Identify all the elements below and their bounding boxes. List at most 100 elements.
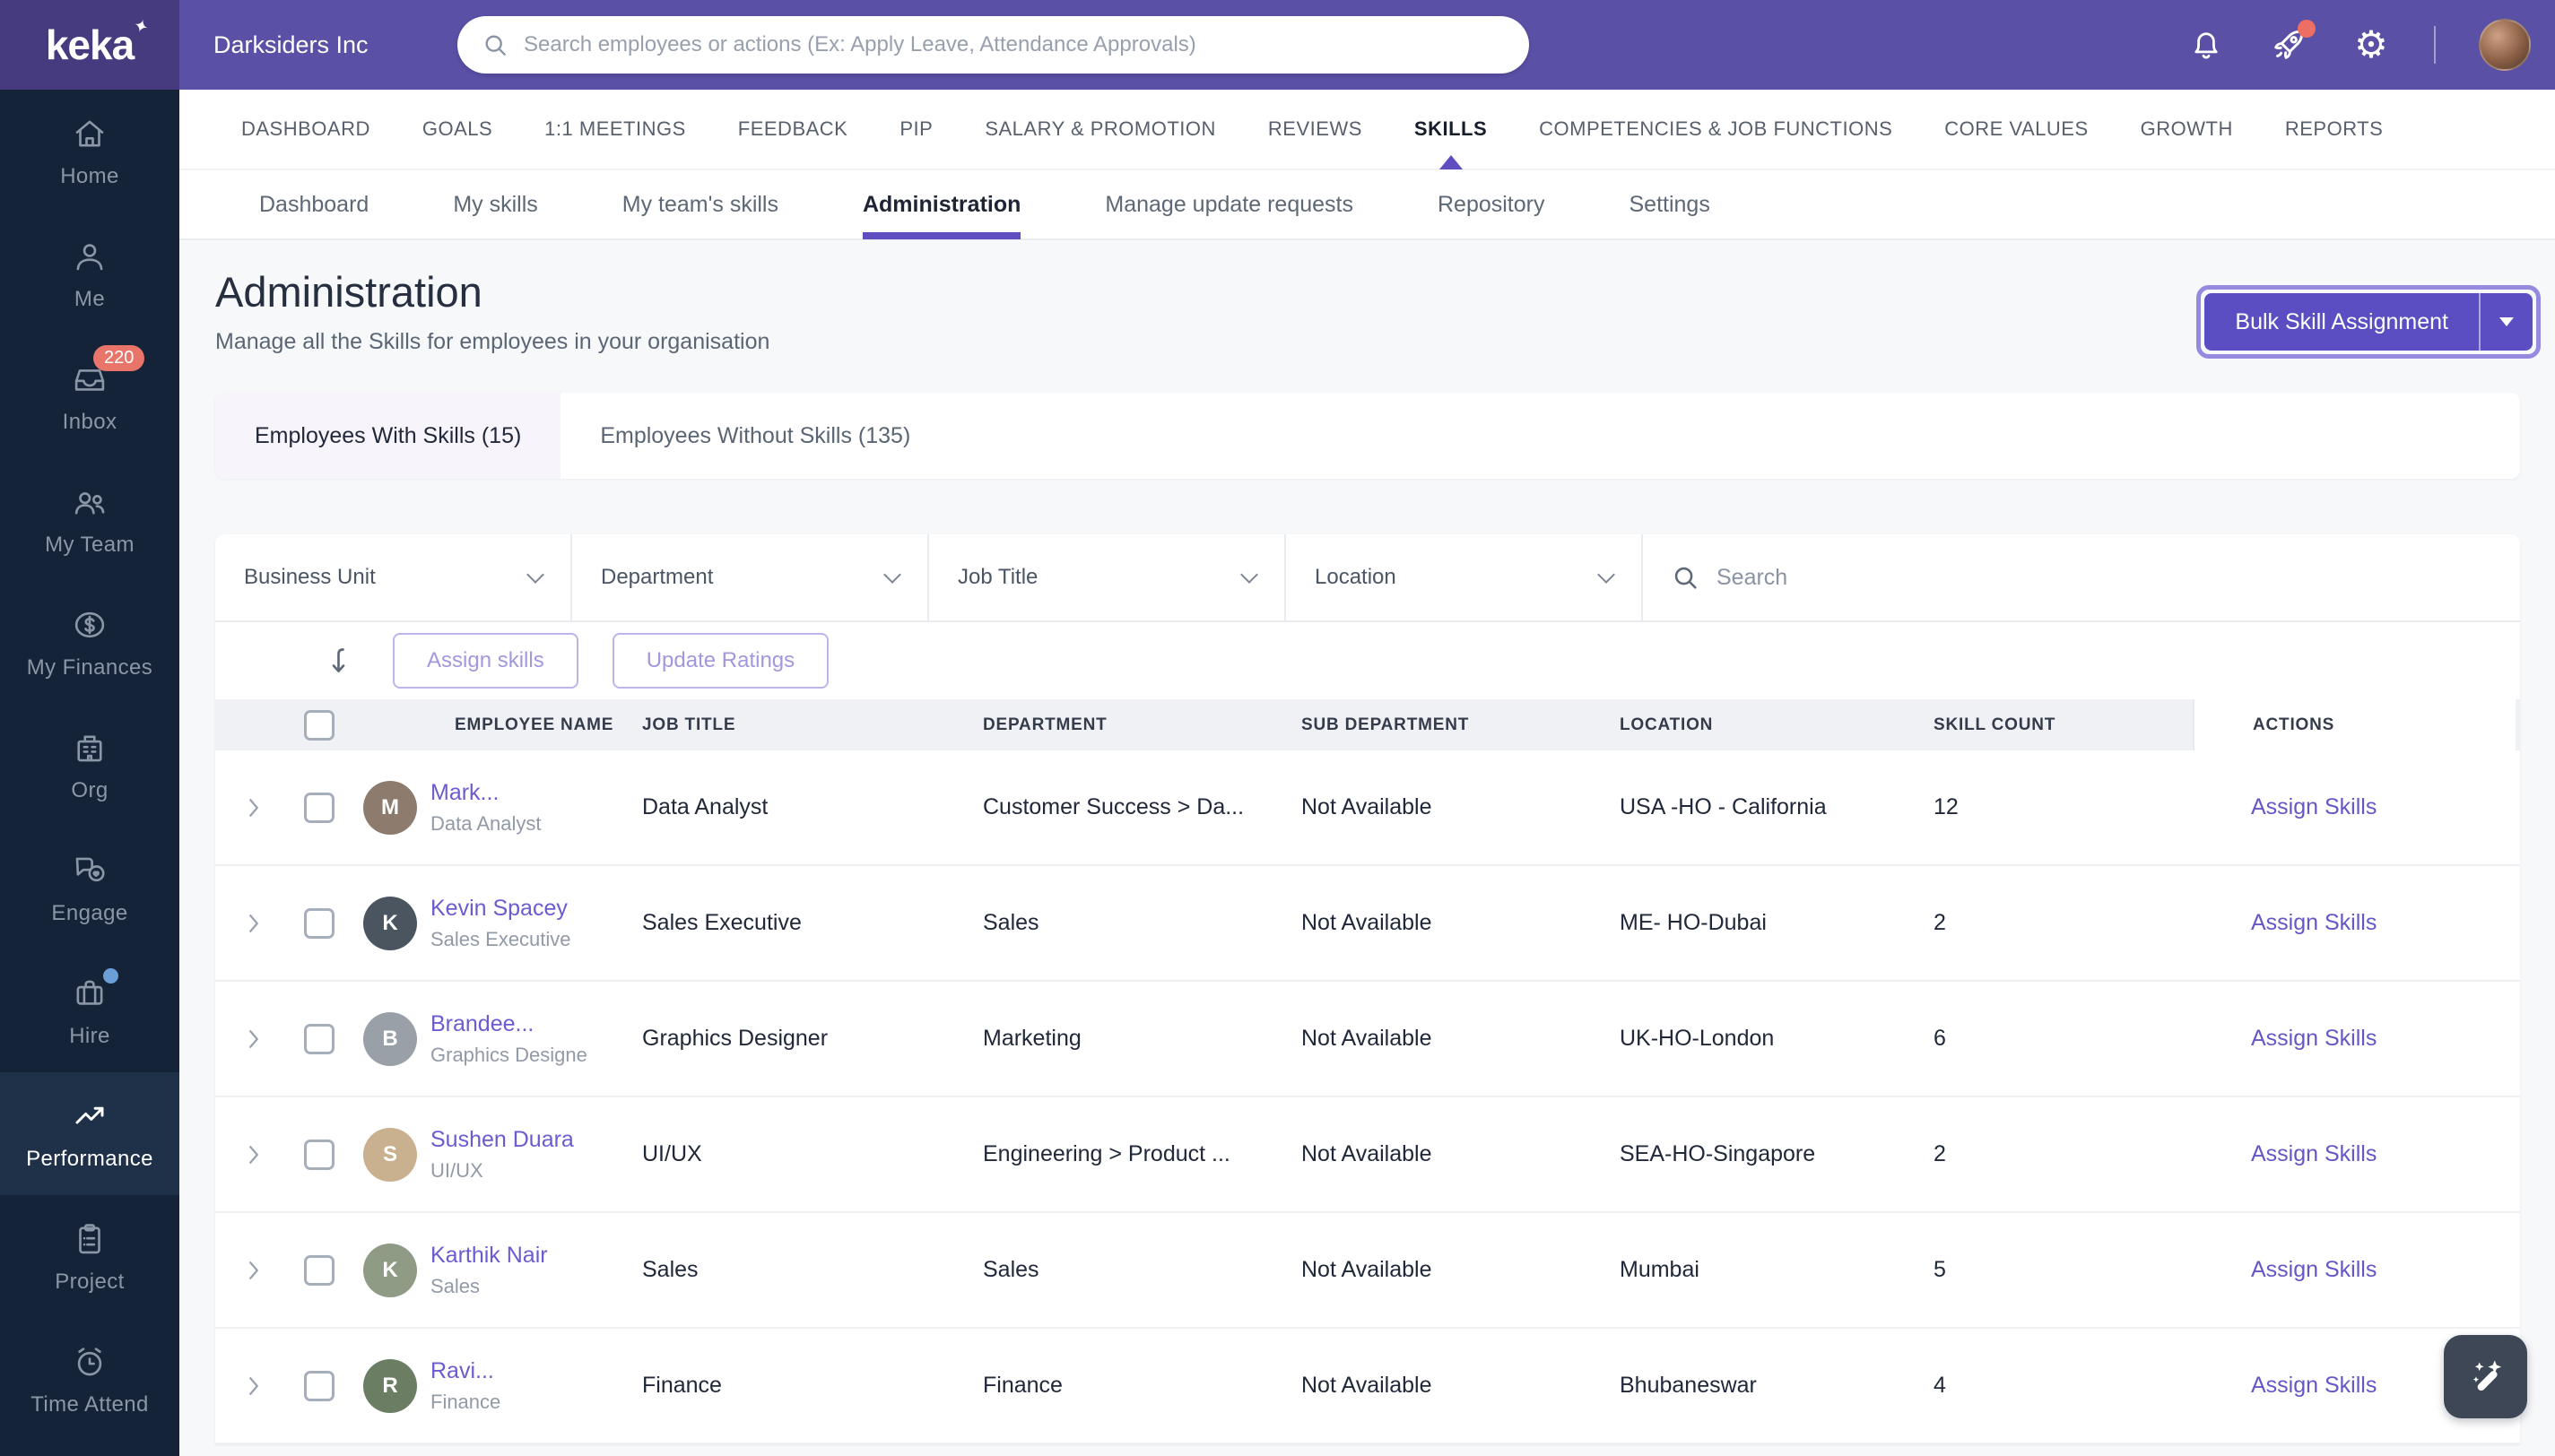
cell-sub-department: Not Available (1301, 910, 1432, 935)
header-employee-name: EMPLOYEE NAME (455, 715, 614, 734)
row-checkbox[interactable] (303, 907, 335, 939)
rocket-notification-dot (2298, 20, 2316, 38)
header-sub-department: SUB DEPARTMENT (1301, 715, 1470, 734)
update-ratings-button[interactable]: Update Ratings (612, 633, 830, 689)
employee-name-link[interactable]: Ravi... (430, 1358, 500, 1384)
subtab-settings[interactable]: Settings (1586, 169, 1751, 239)
settings-gear-icon[interactable]: ⚙ (2351, 25, 2391, 65)
assign-skills-button[interactable]: Assign skills (393, 633, 578, 689)
employee-role-subtitle: Finance (430, 1390, 501, 1413)
tab-employees-with-skills[interactable]: Employees With Skills (15) (215, 393, 561, 479)
location-filter[interactable]: Location (1286, 534, 1643, 620)
tab-core-values[interactable]: CORE VALUES (1918, 89, 2114, 169)
sidebar-item-org[interactable]: Org (0, 704, 179, 827)
row-checkbox[interactable] (303, 1023, 335, 1054)
job-title-filter[interactable]: Job Title (929, 534, 1286, 620)
employee-avatar: B (363, 1011, 417, 1066)
employee-name-link[interactable]: Brandee... (430, 1011, 587, 1037)
table-search[interactable] (1643, 534, 2520, 620)
sidebar-item-my-finances[interactable]: My Finances (0, 581, 179, 704)
subtab-my-teams-skills[interactable]: My team's skills (580, 169, 821, 239)
row-checkbox[interactable] (303, 1139, 335, 1170)
subtab-repository[interactable]: Repository (1395, 169, 1587, 239)
keka-logo[interactable]: keka ✦ (0, 0, 179, 90)
tab-employees-without-skills[interactable]: Employees Without Skills (135) (561, 393, 950, 479)
cell-skill-count: 2 (1934, 910, 1946, 935)
employee-avatar: M (363, 780, 417, 835)
home-icon (70, 114, 109, 153)
row-checkbox[interactable] (303, 1370, 335, 1401)
tab-feedback[interactable]: FEEDBACK (712, 89, 874, 169)
sidebar-item-me[interactable]: Me (0, 212, 179, 335)
tab-goals[interactable]: GOALS (396, 89, 518, 169)
subtab-dashboard[interactable]: Dashboard (217, 169, 411, 239)
employee-skill-tabs: Employees With Skills (15) Employees Wit… (215, 393, 2520, 479)
global-search-bar[interactable] (457, 16, 1529, 74)
sidebar-item-project[interactable]: Project (0, 1195, 179, 1318)
assign-skills-link[interactable]: Assign Skills (2193, 794, 2516, 820)
tab-reports[interactable]: REPORTS (2259, 89, 2409, 169)
assign-skills-link[interactable]: Assign Skills (2193, 1257, 2516, 1283)
sidebar-item-engage[interactable]: Engage (0, 827, 179, 949)
cell-skill-count: 12 (1934, 794, 1959, 819)
cell-sub-department: Not Available (1301, 794, 1432, 819)
page-header: Administration Manage all the Skills for… (215, 240, 2541, 359)
subtab-administration[interactable]: Administration (821, 169, 1063, 239)
global-search-input[interactable] (524, 32, 1506, 57)
table-row: B Brandee... Graphics Designe Graphics D… (215, 982, 2520, 1097)
tab-reviews[interactable]: REVIEWS (1242, 89, 1388, 169)
tab-dashboard[interactable]: DASHBOARD (215, 89, 396, 169)
row-expand-chevron-icon[interactable] (240, 910, 267, 937)
sidebar-item-performance[interactable]: Performance (0, 1072, 179, 1195)
row-expand-chevron-icon[interactable] (240, 1257, 267, 1284)
org-building-icon (70, 728, 109, 767)
employee-name-link[interactable]: Kevin Spacey (430, 896, 571, 922)
table-row: K Kevin Spacey Sales Executive Sales Exe… (215, 866, 2520, 982)
employee-name-link[interactable]: Karthik Nair (430, 1243, 548, 1269)
sidebar-item-hire[interactable]: Hire (0, 949, 179, 1072)
inbox-count-badge: 220 (93, 344, 145, 371)
business-unit-filter[interactable]: Business Unit (215, 534, 572, 620)
row-checkbox[interactable] (303, 1254, 335, 1286)
table-search-input[interactable] (1716, 564, 2493, 591)
notifications-bell-icon[interactable] (2186, 25, 2226, 65)
download-arrow-icon[interactable] (323, 643, 359, 679)
employee-avatar: K (363, 896, 417, 950)
tab-growth[interactable]: GROWTH (2115, 89, 2259, 169)
magic-wand-fab[interactable] (2444, 1335, 2527, 1418)
row-checkbox[interactable] (303, 792, 335, 823)
subtab-my-skills[interactable]: My skills (411, 169, 579, 239)
sidebar-item-home[interactable]: Home (0, 90, 179, 212)
subtab-manage-update-requests[interactable]: Manage update requests (1063, 169, 1395, 239)
user-avatar[interactable] (2479, 19, 2531, 71)
tab-pip[interactable]: PIP (873, 89, 959, 169)
employee-name-link[interactable]: Mark... (430, 780, 542, 806)
cell-job-title: Finance (642, 1373, 722, 1398)
employee-name-link[interactable]: Sushen Duara (430, 1127, 574, 1153)
department-filter[interactable]: Department (572, 534, 929, 620)
cell-skill-count: 6 (1934, 1026, 1946, 1051)
tab-skills[interactable]: SKILLS (1388, 89, 1513, 169)
row-expand-chevron-icon[interactable] (240, 1373, 267, 1400)
bulk-skill-assignment-button[interactable]: Bulk Skill Assignment (2204, 293, 2479, 351)
tab-competencies-job-functions[interactable]: COMPETENCIES & JOB FUNCTIONS (1513, 89, 1918, 169)
cell-skill-count: 2 (1934, 1141, 1946, 1166)
tab-1-1-meetings[interactable]: 1:1 MEETINGS (518, 89, 712, 169)
row-expand-chevron-icon[interactable] (240, 794, 267, 821)
sidebar-item-my-team[interactable]: My Team (0, 458, 179, 581)
row-expand-chevron-icon[interactable] (240, 1026, 267, 1053)
row-expand-chevron-icon[interactable] (240, 1141, 267, 1168)
select-all-checkbox[interactable] (303, 709, 335, 741)
sidebar-item-time-attend[interactable]: Time Attend (0, 1318, 179, 1441)
cell-location: ME- HO-Dubai (1620, 910, 1767, 935)
magic-wand-icon (2472, 1359, 2501, 1391)
sidebar-item-inbox[interactable]: 220 Inbox (0, 335, 179, 458)
cell-job-title: Data Analyst (642, 794, 769, 819)
tab-salary-promotion[interactable]: SALARY & PROMOTION (959, 89, 1242, 169)
bulk-skill-assignment-dropdown-toggle[interactable] (2479, 293, 2533, 351)
assign-skills-link[interactable]: Assign Skills (2193, 1141, 2516, 1167)
assign-skills-link[interactable]: Assign Skills (2193, 1026, 2516, 1052)
whats-new-rocket-icon[interactable] (2269, 20, 2316, 65)
assign-skills-link[interactable]: Assign Skills (2193, 910, 2516, 936)
team-icon (70, 482, 109, 522)
